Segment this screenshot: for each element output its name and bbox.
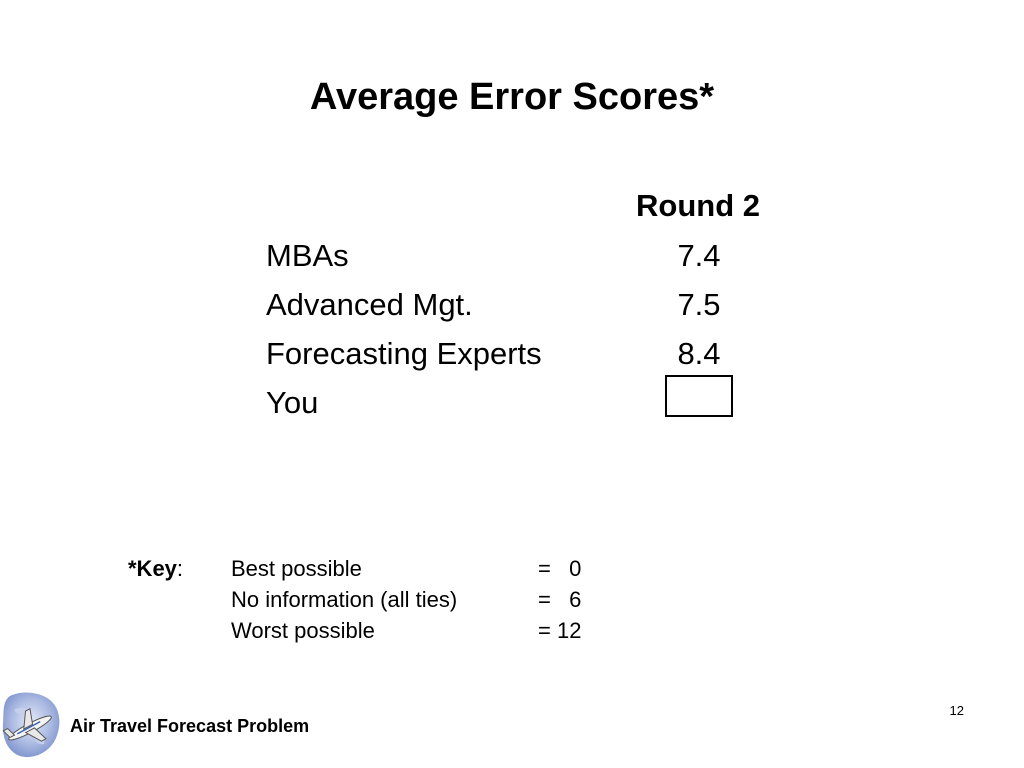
key-item: No information (all ties) = 6 [231, 584, 611, 615]
key-legend: *Key: Best possible = 0 No information (… [128, 553, 608, 653]
column-header-round-2: Round 2 [636, 188, 760, 223]
key-item-value: = 12 [538, 618, 582, 643]
slide: Average Error Scores* Round 2 MBAs 7.4 A… [0, 0, 1024, 768]
page-number: 12 [949, 703, 964, 718]
row-value: 8.4 [677, 336, 721, 371]
row-label: MBAs [266, 238, 349, 273]
key-item-description: Best possible [231, 556, 362, 581]
table-row: Advanced Mgt. 7.5 [266, 285, 786, 325]
row-label: Forecasting Experts [266, 336, 542, 371]
table-row: MBAs 7.4 [266, 236, 786, 276]
row-label: You [266, 385, 319, 420]
table-row: Forecasting Experts 8.4 [266, 334, 786, 374]
row-value: 7.4 [677, 238, 721, 273]
key-label-bold: *Key [128, 556, 177, 581]
key-item-description: Worst possible [231, 618, 375, 643]
key-item: Worst possible = 12 [231, 615, 611, 646]
row-value: 7.5 [677, 287, 721, 322]
key-item: Best possible = 0 [231, 553, 611, 584]
key-label: *Key: [128, 553, 183, 584]
footer-title: Air Travel Forecast Problem [70, 716, 310, 736]
slide-title: Average Error Scores* [309, 76, 715, 118]
key-label-suffix: : [176, 556, 184, 581]
row-label: Advanced Mgt. [266, 287, 473, 322]
key-item-description: No information (all ties) [231, 587, 458, 612]
key-item-value: = 0 [538, 556, 582, 581]
key-item-value: = 6 [538, 587, 582, 612]
your-score-box [665, 375, 733, 417]
airplane-globe-icon [0, 688, 62, 764]
